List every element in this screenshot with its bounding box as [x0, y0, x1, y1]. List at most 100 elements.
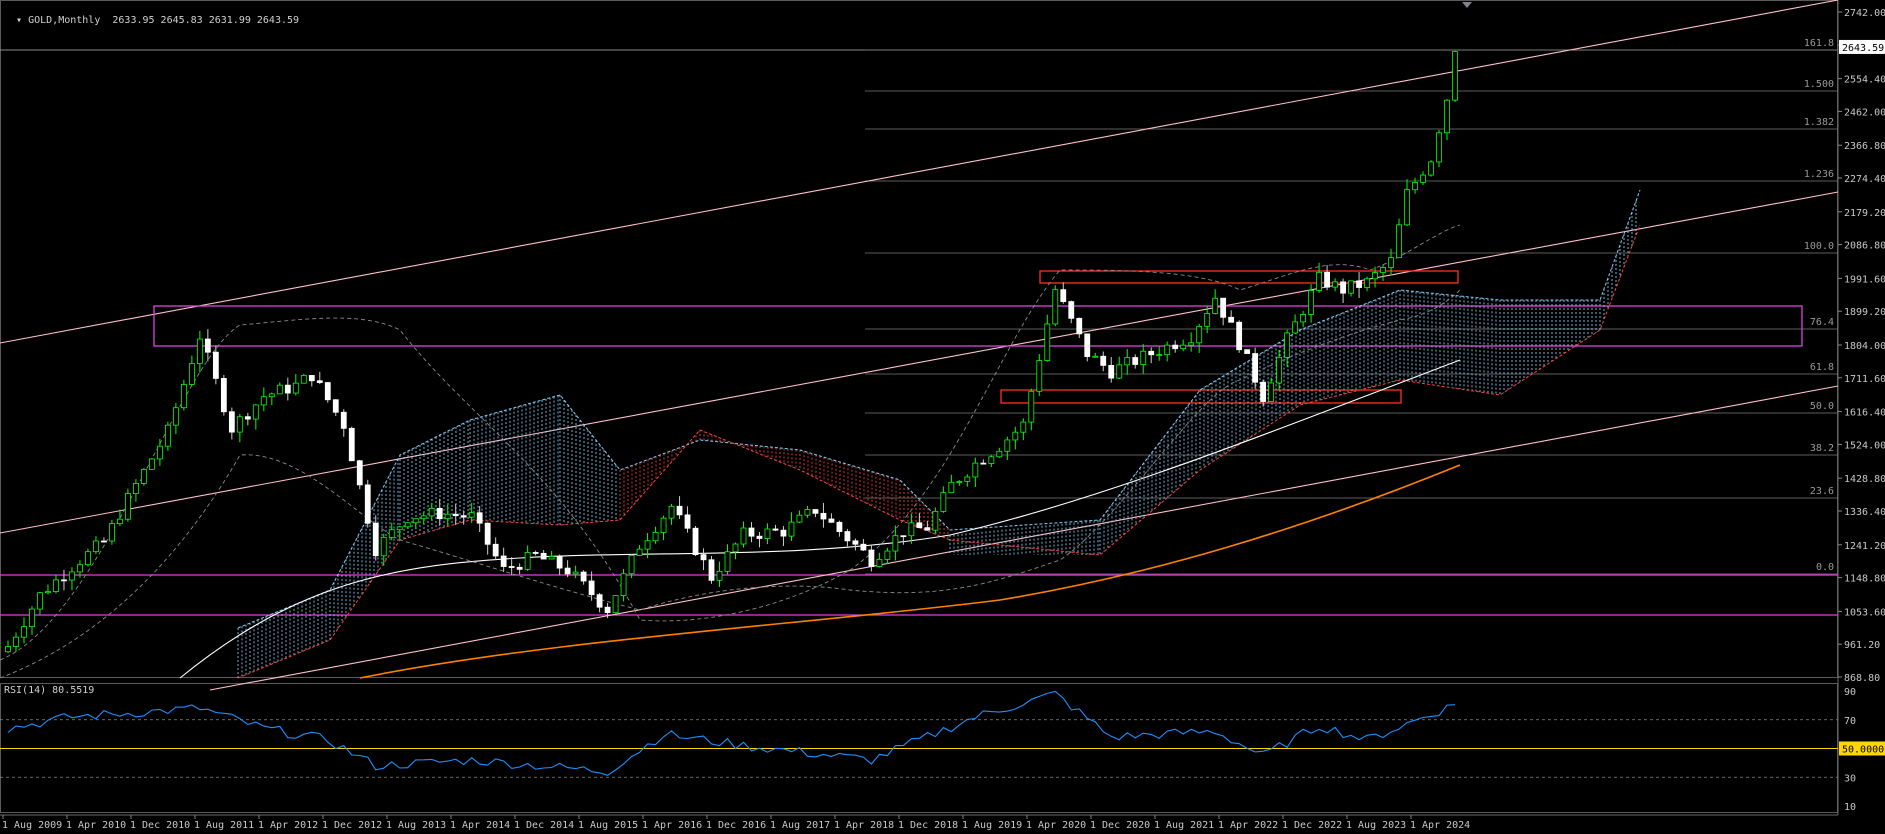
fib-level-label: 1.382 [1804, 117, 1834, 128]
fib-level-label: 50.0 [1810, 401, 1834, 412]
candle-body [756, 535, 763, 539]
candles [5, 50, 1458, 653]
dropdown-triangle-icon[interactable]: ▾ [16, 15, 28, 26]
moving-average-orange [359, 464, 1461, 679]
candle-body [932, 511, 939, 531]
candle-body [292, 382, 299, 394]
candle-body [548, 556, 555, 560]
candle-body [172, 407, 179, 426]
candle-body [1308, 289, 1314, 315]
candle-body [596, 594, 603, 608]
candle-body [988, 456, 995, 464]
candle-body [372, 522, 379, 557]
candle-body [532, 552, 539, 554]
fib-level-label: 100.0 [1804, 241, 1834, 252]
candle-body [1412, 181, 1418, 191]
candle-body [708, 559, 715, 581]
candle-body [1276, 356, 1283, 384]
price-tick-label: 2742.00 [1844, 8, 1885, 19]
candle-body [29, 608, 35, 628]
chart-canvas[interactable]: 2742.002648.802554.402462.002366.802274.… [0, 0, 1885, 834]
candle-body [1084, 333, 1091, 357]
candle-body [260, 396, 267, 406]
rsi-tick-label: 10 [1844, 802, 1856, 813]
candle-body [852, 540, 859, 545]
candle-body [436, 507, 443, 520]
shift-marker-icon [1462, 2, 1472, 8]
candle-body [1332, 281, 1338, 288]
candle-body [109, 523, 115, 542]
candle-body [644, 540, 651, 550]
time-tick-label: 1 Aug 2009 [2, 820, 62, 831]
main-panel-frame [0, 0, 1838, 678]
candle-body [1260, 381, 1267, 402]
candle-body [604, 606, 611, 614]
candle-body [620, 573, 627, 596]
candle-body [1156, 354, 1163, 357]
candle-body [21, 626, 27, 638]
ohlc-readout: 2633.95 2645.83 2631.99 2643.59 [112, 15, 300, 26]
candle-body [748, 527, 755, 537]
candle-body [1012, 431, 1019, 441]
fib-level-label: 0.0 [1816, 562, 1834, 573]
candle-body [684, 514, 691, 529]
candle-body [1132, 357, 1139, 365]
candle-body [164, 424, 171, 447]
price-tick-label: 2554.40 [1844, 75, 1885, 86]
candle-body [492, 543, 499, 557]
candle-body [1420, 174, 1426, 183]
fib-level-label: 76.4 [1810, 317, 1834, 328]
candle-body [652, 531, 659, 542]
time-tick-label: 1 Apr 2010 [66, 820, 126, 831]
candle-body [1436, 132, 1442, 163]
price-tick-label: 1804.00 [1844, 341, 1885, 352]
price-tick-label: 1991.60 [1844, 274, 1885, 285]
time-tick-label: 1 Dec 2010 [130, 820, 190, 831]
candle-body [524, 552, 531, 570]
candle-body [220, 378, 227, 413]
candle-body [308, 375, 315, 382]
candle-body [45, 591, 51, 594]
candle-body [1028, 390, 1035, 423]
candle-body [1092, 355, 1099, 358]
candle-body [404, 522, 411, 528]
candle-body [125, 493, 131, 520]
candle-body [380, 536, 387, 557]
candle-body [452, 513, 459, 517]
fib-level-label: 38.2 [1810, 443, 1834, 454]
fib-level-label: 23.6 [1810, 486, 1834, 497]
candle-body [460, 515, 467, 518]
candle-body [1068, 301, 1075, 319]
candle-body [332, 399, 339, 413]
candle-body [396, 526, 403, 531]
candle-body [860, 543, 867, 551]
candle-body [716, 570, 723, 581]
candle-body [1404, 189, 1410, 226]
candle-body [93, 540, 99, 553]
time-tick-label: 1 Dec 2014 [514, 820, 574, 831]
candle-body [1172, 344, 1179, 350]
candle-body [1108, 364, 1115, 379]
candle-body [1356, 280, 1362, 288]
time-tick-label: 1 Aug 2017 [770, 820, 830, 831]
price-tick-label: 1524.00 [1844, 440, 1885, 451]
candle-body [1204, 313, 1211, 327]
candle-body [1292, 321, 1299, 334]
price-tick-label: 1616.40 [1844, 408, 1885, 419]
candle-body [1452, 51, 1458, 101]
candle-body [1284, 332, 1291, 358]
price-tick-label: 1241.20 [1844, 541, 1885, 552]
candle-body [476, 512, 483, 524]
time-tick-label: 1 Dec 2020 [1090, 820, 1150, 831]
candle-body [764, 528, 771, 539]
candle-body [276, 384, 283, 395]
candle-body [364, 484, 371, 524]
current-price-label: 2643.59 [1842, 43, 1884, 54]
cloud-edge-a [237, 189, 1641, 629]
candle-body [628, 555, 635, 575]
candle-body [340, 411, 347, 429]
candle-body [780, 529, 787, 537]
symbol-header: ▾ GOLD,Monthly 2633.95 2645.83 2631.99 2… [4, 4, 299, 26]
rsi-tick-label: 50.0000 [1842, 745, 1884, 756]
candle-body [196, 338, 203, 364]
